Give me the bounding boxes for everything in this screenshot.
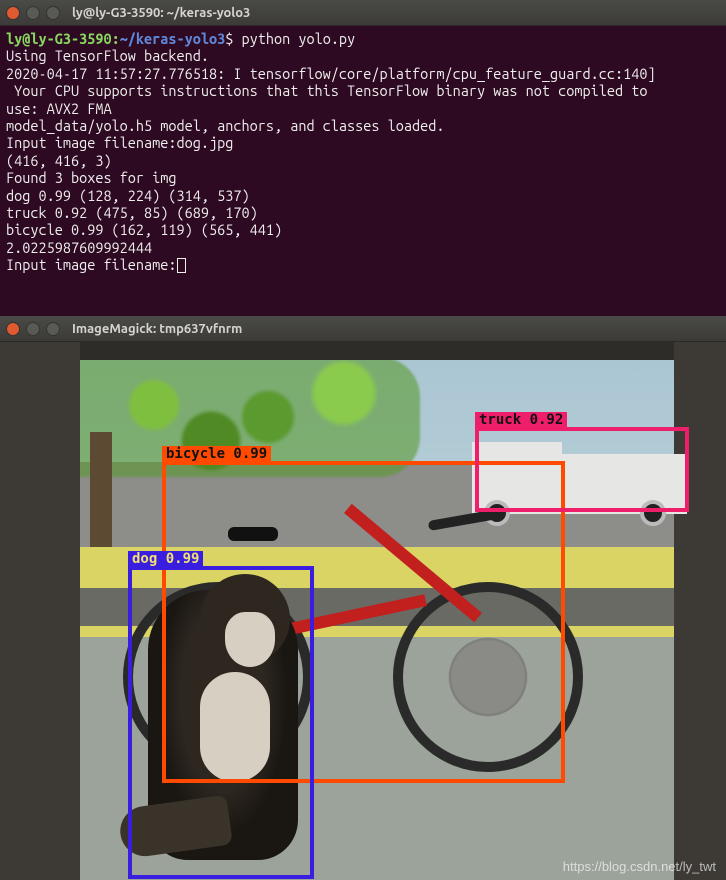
terminal-line: model_data/yolo.h5 model, anchors, and c…: [6, 117, 444, 134]
cursor-icon: [177, 258, 186, 273]
prompt-user: ly@ly-G3-3590: [6, 30, 112, 47]
terminal-line: truck 0.92 (475, 85) (689, 170): [6, 204, 258, 221]
terminal-line: 2.0225987609992444: [6, 239, 152, 256]
minimize-icon[interactable]: [26, 322, 40, 336]
close-icon[interactable]: [6, 322, 20, 336]
terminal-line: 2020-04-17 11:57:27.776518: I tensorflow…: [6, 65, 656, 82]
terminal-title-bar[interactable]: ly@ly-G3-3590: ~/keras-yolo3: [0, 0, 726, 26]
terminal-line: (416, 416, 3): [6, 152, 112, 169]
image-title-bar[interactable]: ImageMagick: tmp637vfnrm: [0, 316, 726, 342]
bbox-truck: truck 0.92: [475, 427, 689, 512]
scene-beam-right: [674, 342, 726, 880]
terminal-window: ly@ly-G3-3590: ~/keras-yolo3 ly@ly-G3-35…: [0, 0, 726, 316]
terminal-line: Your CPU supports instructions that this…: [6, 82, 656, 99]
prompt-path: ~/keras-yolo3: [120, 30, 226, 47]
prompt-colon: :: [112, 30, 120, 47]
maximize-icon[interactable]: [46, 322, 60, 336]
scene-beam-top: [0, 342, 726, 360]
close-icon[interactable]: [6, 6, 20, 20]
watermark: https://blog.csdn.net/ly_twt: [563, 859, 716, 874]
command-text: python yolo.py: [233, 30, 355, 47]
terminal-body[interactable]: ly@ly-G3-3590:~/keras-yolo3$ python yolo…: [0, 26, 726, 316]
terminal-line: dog 0.99 (128, 224) (314, 537): [6, 187, 250, 204]
terminal-line: use: AVX2 FMA: [6, 100, 112, 117]
image-canvas: bicycle 0.99 truck 0.92 dog 0.99 https:/…: [0, 342, 726, 880]
scene-beam-left: [0, 342, 80, 880]
terminal-line: Using TensorFlow backend.: [6, 47, 209, 64]
terminal-line: Found 3 boxes for img: [6, 169, 177, 186]
bbox-label-bicycle: bicycle 0.99: [162, 446, 271, 462]
image-title: ImageMagick: tmp637vfnrm: [72, 322, 242, 336]
bbox-dog: dog 0.99: [128, 566, 314, 879]
terminal-title: ly@ly-G3-3590: ~/keras-yolo3: [72, 6, 250, 20]
image-window: ImageMagick: tmp637vfnrm: [0, 316, 726, 880]
minimize-icon[interactable]: [26, 6, 40, 20]
terminal-line: Input image filename:: [6, 256, 177, 273]
bbox-label-truck: truck 0.92: [475, 412, 567, 428]
maximize-icon[interactable]: [46, 6, 60, 20]
bbox-label-dog: dog 0.99: [128, 551, 203, 567]
terminal-line: Input image filename:dog.jpg: [6, 134, 233, 151]
terminal-line: bicycle 0.99 (162, 119) (565, 441): [6, 221, 282, 238]
